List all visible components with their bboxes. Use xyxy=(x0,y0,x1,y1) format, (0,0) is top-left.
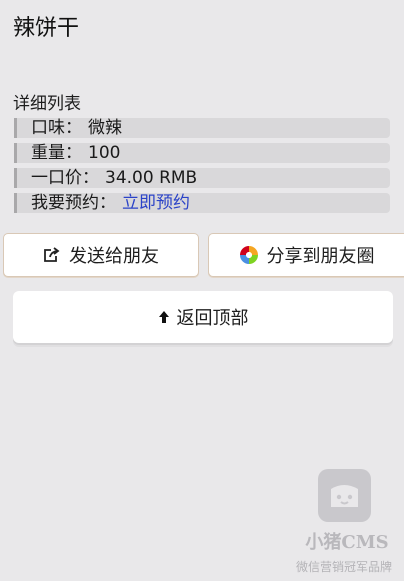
detail-row-flavor: 口味： 微辣 xyxy=(14,118,390,138)
share-to-moments-button[interactable]: 分享到朋友圈 xyxy=(208,233,404,277)
detail-row-price: 一口价： 34.00 RMB xyxy=(14,168,390,188)
share-to-moments-label: 分享到朋友圈 xyxy=(266,246,375,267)
back-to-top-button[interactable]: 返回顶部 xyxy=(13,291,393,343)
watermark-tagline: 微信营销冠军品牌 xyxy=(295,560,392,574)
watermark-brand-name: 小猪CMS xyxy=(305,532,389,553)
detail-label: 口味： xyxy=(31,118,82,138)
send-to-friend-label: 发送给朋友 xyxy=(69,246,159,267)
page-title: 辣饼干 xyxy=(13,16,80,41)
detail-label: 一口价： xyxy=(31,168,99,188)
detail-row-weight: 重量： 100 xyxy=(14,143,390,163)
share-out-icon xyxy=(43,247,61,263)
detail-row-reserve: 我要预约： 立即预约 xyxy=(14,193,390,213)
moments-icon xyxy=(239,245,259,265)
detail-label: 我要预约： xyxy=(31,193,116,213)
product-detail-page: 辣饼干 详细列表 口味： 微辣 重量： 100 一口价： 34.00 RMB 我要预约… xyxy=(0,0,404,581)
arrow-up-icon xyxy=(158,310,170,324)
detail-list-title: 详细列表 xyxy=(13,94,81,114)
detail-value: 34.00 RMB xyxy=(105,168,198,188)
detail-value: 微辣 xyxy=(88,118,122,138)
pig-logo-icon xyxy=(318,469,371,522)
back-to-top-label: 返回顶部 xyxy=(176,308,249,329)
detail-label: 重量： xyxy=(31,143,82,163)
detail-value: 100 xyxy=(88,143,121,163)
reserve-now-link[interactable]: 立即预约 xyxy=(122,193,190,213)
send-to-friend-button[interactable]: 发送给朋友 xyxy=(3,233,199,277)
